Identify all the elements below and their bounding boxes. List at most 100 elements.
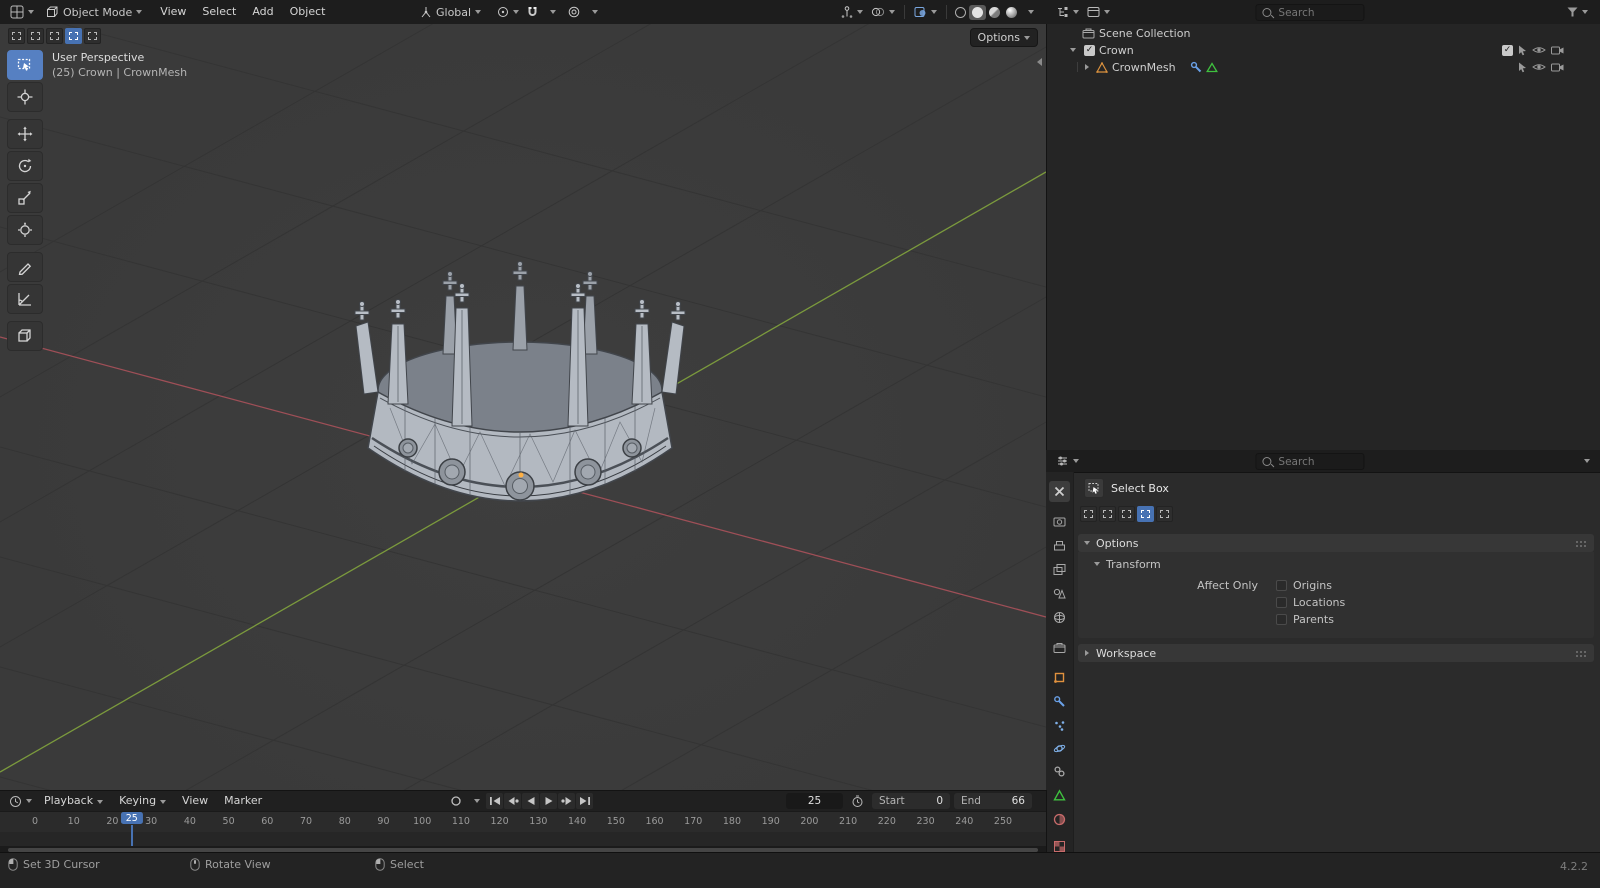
snap-settings-dropdown[interactable] [542,2,560,22]
select-mode-subtract[interactable] [46,28,63,44]
tool-move[interactable] [7,119,43,149]
editor-type-dropdown[interactable] [6,2,38,22]
timeline-scrollbar-thumb[interactable] [8,847,1038,852]
previous-keyframe-button[interactable] [504,793,521,809]
xray-toggle[interactable] [910,2,941,22]
select-mode-invert[interactable] [1137,506,1154,522]
origins-checkbox[interactable] [1276,580,1287,591]
transform-orientation-dropdown[interactable]: Global [416,2,485,22]
camera-icon[interactable] [1551,62,1564,72]
workspace-panel-header[interactable]: Workspace [1078,644,1594,662]
tab-physics[interactable] [1049,738,1070,759]
tool-cursor[interactable] [7,82,43,112]
expand-chevron-icon[interactable] [1085,64,1089,70]
tool-transform[interactable] [7,215,43,245]
select-mode-extend[interactable] [1099,506,1116,522]
tab-view-layer[interactable] [1049,559,1070,580]
tab-particles[interactable] [1049,715,1070,736]
tool-rotate[interactable] [7,151,43,181]
select-mode-intersect[interactable] [84,28,101,44]
next-keyframe-button[interactable] [558,793,575,809]
proportional-falloff-dropdown[interactable] [584,2,602,22]
collection-checkbox[interactable] [1084,44,1095,56]
outliner-search[interactable] [1255,4,1365,21]
menu-timeline-view[interactable]: View [174,791,216,811]
viewport-3d[interactable]: Options User Perspective (25) Crown | Cr… [0,24,1047,790]
select-mode-extend[interactable] [27,28,44,44]
exclude-checkbox[interactable] [1502,44,1513,56]
keying-set-dropdown[interactable] [466,791,484,811]
tab-constraints[interactable] [1049,761,1070,782]
tool-options-dropdown[interactable]: Options [969,28,1038,47]
menu-keying[interactable]: Keying [111,791,174,811]
parents-checkbox[interactable] [1276,614,1287,625]
preview-range-toggle[interactable] [847,791,868,811]
outliner-filter-dropdown[interactable] [1563,2,1592,22]
active-tool-icon[interactable] [1084,478,1104,498]
outliner-editor-type-dropdown[interactable] [1052,2,1083,22]
jump-to-end-button[interactable] [576,793,593,809]
end-frame-field[interactable]: End 66 [954,793,1032,809]
outliner-row-crownmesh[interactable]: CrownMesh [1046,59,1600,75]
tab-collection[interactable] [1049,637,1070,658]
mode-dropdown[interactable]: Object Mode [42,2,146,22]
shading-rendered-button[interactable] [1003,5,1020,20]
tool-select-box[interactable] [7,50,43,80]
expand-chevron-icon[interactable] [1070,48,1076,52]
timeline-ruler[interactable]: 0 10 20 30 40 50 60 70 80 90 100 110 120 130 140 150 160… [0,811,1046,833]
play-button[interactable] [540,793,557,809]
eye-icon[interactable] [1532,45,1546,55]
start-frame-field[interactable]: Start 0 [872,793,950,809]
timeline-editor-type-dropdown[interactable] [5,791,36,811]
panel-grip-icon[interactable] [1575,539,1588,547]
tool-measure[interactable] [7,284,43,314]
jump-to-start-button[interactable] [486,793,503,809]
snap-toggle[interactable] [523,2,542,22]
shading-material-button[interactable] [986,5,1003,20]
tool-annotate[interactable] [7,252,43,282]
menu-select[interactable]: Select [194,0,244,24]
locations-checkbox[interactable] [1276,597,1287,608]
selectable-pointer-icon[interactable] [1518,45,1527,56]
selectable-pointer-icon[interactable] [1518,62,1527,73]
properties-search[interactable] [1255,453,1365,470]
tab-material[interactable] [1049,809,1070,830]
tab-world[interactable] [1049,607,1070,628]
shading-wireframe-button[interactable] [952,5,969,20]
current-frame-badge[interactable]: 25 [120,812,143,824]
gizmos-dropdown[interactable] [837,2,867,22]
options-panel-header[interactable]: Options [1078,534,1594,552]
outliner-row-crown[interactable]: Crown [1046,42,1600,58]
select-mode-set[interactable] [8,28,25,44]
outliner-display-mode-dropdown[interactable] [1083,2,1114,22]
overlays-dropdown[interactable] [867,2,899,22]
tab-object[interactable] [1049,667,1070,688]
tab-scene[interactable] [1049,583,1070,604]
sidebar-collapse-arrow[interactable] [1037,58,1042,66]
tool-scale[interactable] [7,183,43,213]
tab-render[interactable] [1049,511,1070,532]
shading-solid-button[interactable] [969,4,986,20]
outliner-search-input[interactable] [1276,5,1351,20]
play-reverse-button[interactable] [522,793,539,809]
select-mode-subtract[interactable] [1118,506,1135,522]
eye-icon[interactable] [1532,62,1546,72]
menu-playback[interactable]: Playback [36,791,111,811]
properties-editor-type-dropdown[interactable] [1052,451,1083,471]
transform-subpanel-header[interactable]: Transform [1078,552,1594,573]
menu-marker[interactable]: Marker [216,791,270,811]
tab-output[interactable] [1049,536,1070,557]
tab-modifiers[interactable] [1049,691,1070,712]
select-mode-set[interactable] [1080,506,1097,522]
tool-add-cube[interactable] [7,321,43,351]
tab-tool[interactable] [1049,481,1070,502]
crown-model[interactable] [0,24,1046,790]
modifier-wrench-icon[interactable] [1190,61,1202,73]
chevron-down-icon[interactable] [1584,459,1590,463]
auto-keying-toggle[interactable] [446,791,466,811]
pivot-point-dropdown[interactable] [493,2,523,22]
current-frame-field[interactable]: 25 [786,793,843,809]
menu-object[interactable]: Object [282,0,334,24]
timeline-tracks[interactable] [0,832,1046,846]
properties-search-input[interactable] [1276,454,1351,469]
